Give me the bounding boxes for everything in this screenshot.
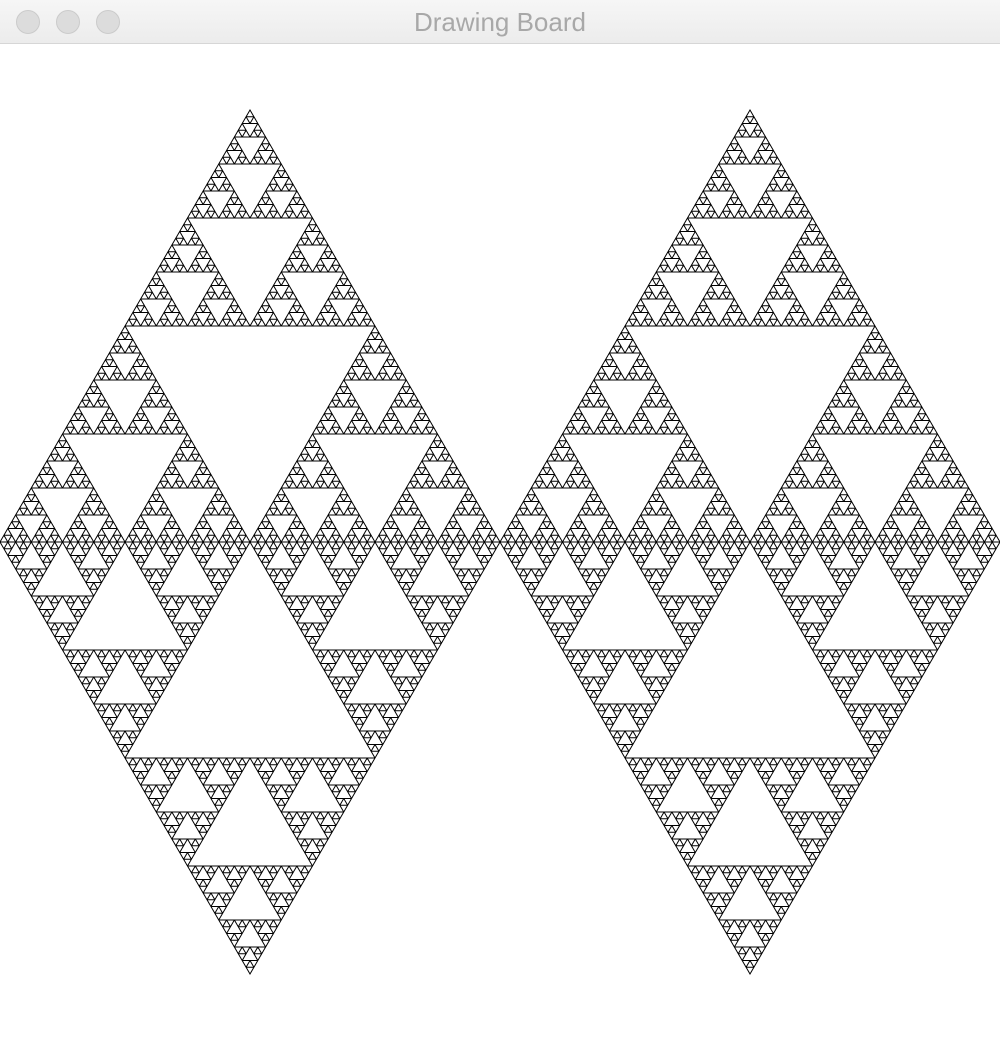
drawing-canvas-area[interactable] (0, 44, 1000, 1044)
window-title: Drawing Board (414, 7, 586, 37)
drawing-canvas[interactable] (0, 44, 1000, 1044)
title-bar[interactable]: Drawing Board (0, 0, 1000, 44)
drawing-board-window: Drawing Board (0, 0, 1000, 1044)
sierpinski-diamonds (0, 109, 1000, 975)
